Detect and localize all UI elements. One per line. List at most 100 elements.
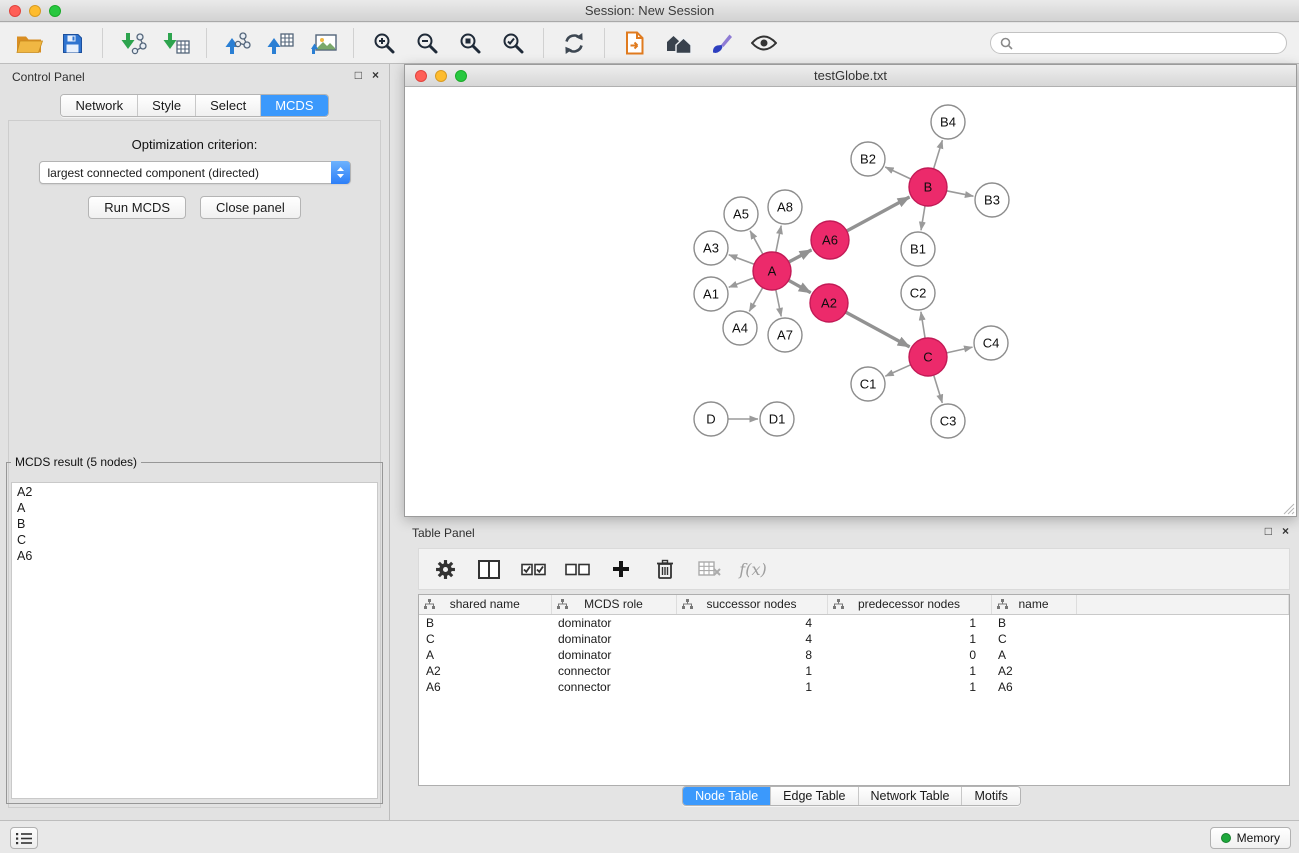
export-network-button[interactable]	[218, 26, 256, 60]
float-table-panel-icon[interactable]: □	[1265, 524, 1272, 538]
columns-icon	[478, 560, 500, 579]
tab-select[interactable]: Select	[195, 95, 260, 116]
mcds-result-item[interactable]: C	[12, 532, 377, 548]
memory-button[interactable]: Memory	[1210, 827, 1291, 849]
deselect-all-button[interactable]	[559, 552, 595, 586]
graph-edge[interactable]	[789, 280, 811, 292]
zoom-in-button[interactable]	[365, 26, 403, 60]
close-window-button[interactable]	[9, 5, 21, 17]
task-history-button[interactable]	[10, 827, 38, 849]
zoom-window-button[interactable]	[49, 5, 61, 17]
table-cell: A	[419, 647, 551, 663]
graph-edge[interactable]	[934, 140, 943, 169]
graph-edge[interactable]	[847, 197, 910, 231]
column-header-shared-name[interactable]: shared name	[419, 595, 551, 614]
open-document-button[interactable]	[616, 26, 654, 60]
delete-row-button[interactable]	[647, 552, 683, 586]
column-header-successor-nodes[interactable]: successor nodes	[676, 595, 827, 614]
network-close-button[interactable]	[415, 70, 427, 82]
close-panel-button[interactable]: Close panel	[200, 196, 301, 219]
graph-edge[interactable]	[789, 250, 812, 262]
dropdown-stepper-icon[interactable]	[331, 161, 350, 184]
graph-edge[interactable]	[729, 278, 754, 288]
import-table-button[interactable]	[157, 26, 195, 60]
mcds-result-item[interactable]: B	[12, 516, 377, 532]
graph-edge[interactable]	[934, 375, 943, 403]
column-header-mcds-role[interactable]: MCDS role	[551, 595, 676, 614]
graph-edge[interactable]	[885, 167, 911, 179]
export-image-button[interactable]	[304, 26, 342, 60]
home-button[interactable]	[659, 26, 697, 60]
close-table-panel-icon[interactable]: ×	[1282, 524, 1289, 538]
tab-motifs[interactable]: Motifs	[961, 787, 1019, 805]
graph-edge[interactable]	[846, 312, 910, 347]
table-row[interactable]: Cdominator41C	[419, 631, 1289, 647]
minimize-window-button[interactable]	[29, 5, 41, 17]
zoom-in-icon	[372, 31, 396, 55]
graph-edge[interactable]	[947, 347, 973, 353]
column-header-predecessor-nodes[interactable]: predecessor nodes	[827, 595, 991, 614]
save-icon	[62, 33, 83, 54]
style-button[interactable]	[702, 26, 740, 60]
function-builder-button[interactable]: f(x)	[735, 552, 771, 586]
column-label: name	[1018, 597, 1048, 611]
table-row[interactable]: Bdominator41B	[419, 614, 1289, 631]
save-session-button[interactable]	[53, 26, 91, 60]
import-table-icon	[163, 32, 190, 55]
open-session-button[interactable]	[10, 26, 48, 60]
column-header-name[interactable]: name	[991, 595, 1076, 614]
graph-edge[interactable]	[776, 226, 781, 253]
graph-edge[interactable]	[921, 312, 925, 338]
zoom-fit-button[interactable]	[451, 26, 489, 60]
import-network-button[interactable]	[114, 26, 152, 60]
add-row-button[interactable]	[603, 552, 639, 586]
network-minimize-button[interactable]	[435, 70, 447, 82]
export-table-button[interactable]	[261, 26, 299, 60]
table-cell: dominator	[551, 614, 676, 631]
table-settings-button[interactable]	[427, 552, 463, 586]
network-window-titlebar[interactable]: testGlobe.txt	[405, 65, 1296, 87]
tab-edge-table[interactable]: Edge Table	[770, 787, 857, 805]
tab-network-table[interactable]: Network Table	[858, 787, 962, 805]
tab-style[interactable]: Style	[137, 95, 195, 116]
zoom-out-button[interactable]	[408, 26, 446, 60]
tab-mcds[interactable]: MCDS	[260, 95, 327, 116]
tab-node-table[interactable]: Node Table	[683, 787, 770, 805]
mcds-result-item[interactable]: A2	[12, 484, 377, 500]
table-row[interactable]: A6connector11A6	[419, 679, 1289, 695]
refresh-button[interactable]	[555, 26, 593, 60]
graph-node-label: A6	[822, 233, 838, 248]
graph-edge[interactable]	[921, 206, 925, 230]
show-columns-button[interactable]	[471, 552, 507, 586]
graph-edge[interactable]	[749, 288, 762, 312]
toggle-visibility-button[interactable]	[745, 26, 783, 60]
graph-edge[interactable]	[729, 255, 754, 265]
tab-network[interactable]: Network	[61, 95, 137, 116]
mcds-result-item[interactable]: A6	[12, 548, 377, 564]
resize-grip-icon[interactable]	[1283, 503, 1295, 515]
search-box[interactable]	[990, 32, 1287, 54]
table-row[interactable]: A2connector11A2	[419, 663, 1289, 679]
delete-table-button[interactable]	[691, 552, 727, 586]
table-cell: 8	[676, 647, 827, 663]
mcds-result-list[interactable]: A2ABCA6	[11, 482, 378, 799]
graph-edge[interactable]	[750, 231, 763, 255]
network-canvas[interactable]: AA1A2A3A4A5A6A7A8BB1B2B3B4CC1C2C3C4DD1	[405, 88, 1296, 516]
mcds-result-item[interactable]: A	[12, 500, 377, 516]
close-panel-icon[interactable]: ×	[372, 68, 379, 82]
graph-edge[interactable]	[947, 191, 974, 196]
zoom-selected-button[interactable]	[494, 26, 532, 60]
table-row[interactable]: Adominator80A	[419, 647, 1289, 663]
float-panel-icon[interactable]: □	[355, 68, 362, 82]
search-input[interactable]	[1018, 36, 1277, 50]
table-cell: C	[419, 631, 551, 647]
network-zoom-button[interactable]	[455, 70, 467, 82]
select-all-button[interactable]	[515, 552, 551, 586]
table-cell: 1	[827, 663, 991, 679]
network-graph[interactable]: AA1A2A3A4A5A6A7A8BB1B2B3B4CC1C2C3C4DD1	[405, 88, 1296, 516]
graph-edge[interactable]	[885, 365, 910, 376]
criterion-dropdown[interactable]: largest connected component (directed)	[39, 161, 351, 184]
run-mcds-button[interactable]: Run MCDS	[88, 196, 186, 219]
graph-edge[interactable]	[776, 290, 781, 317]
graph-node-label: A	[768, 264, 777, 279]
